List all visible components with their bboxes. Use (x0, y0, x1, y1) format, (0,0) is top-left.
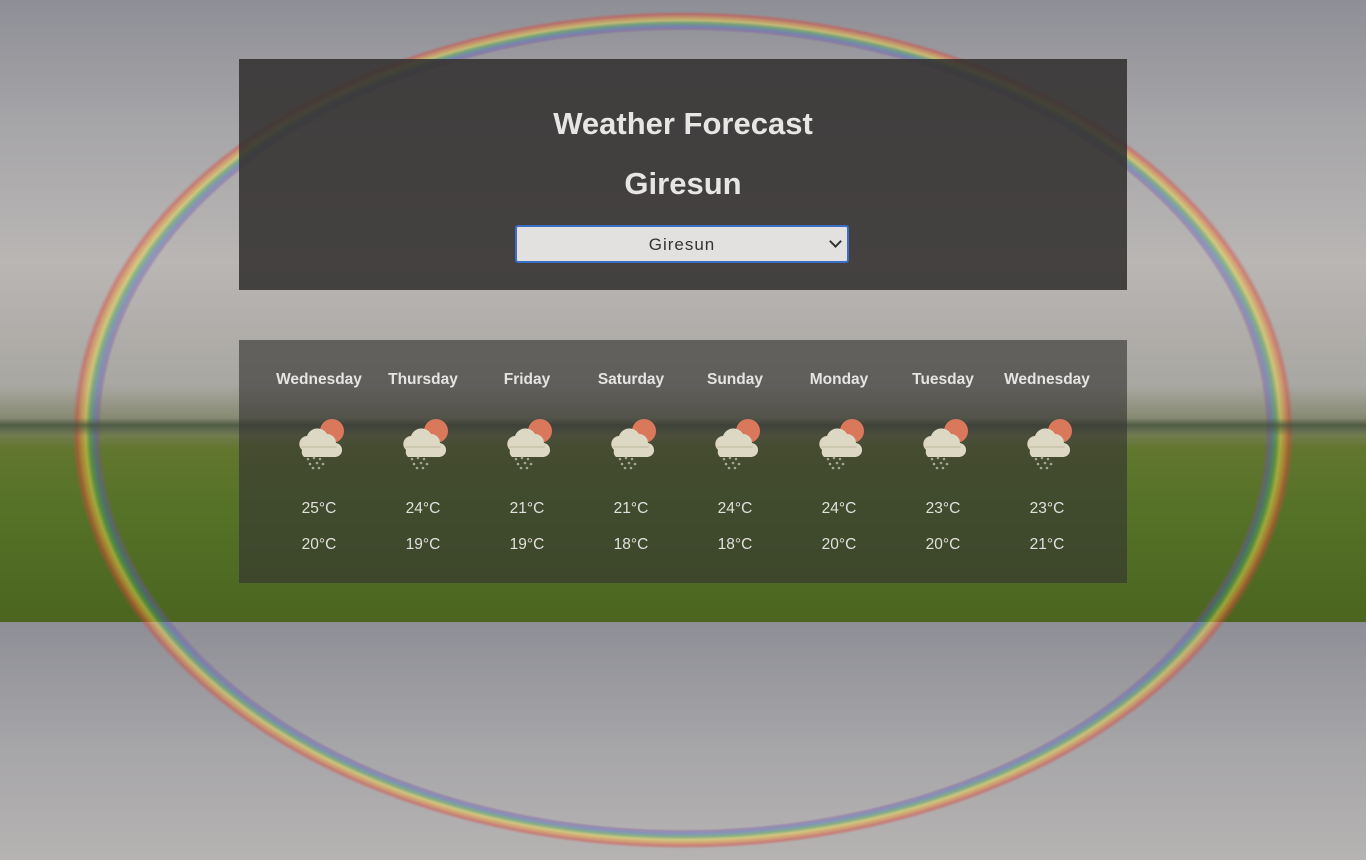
temp-low: 19°C (509, 536, 545, 553)
temp-low: 18°C (717, 536, 753, 553)
temp-high: 21°C (509, 500, 545, 517)
day-name: Friday (503, 371, 551, 388)
temp-high: 24°C (717, 500, 753, 517)
cloud-sun-rain-icon (917, 414, 971, 470)
forecast-day: Thursday 24°C 19°C (371, 340, 475, 583)
header-panel: Weather Forecast Giresun Giresun (239, 59, 1127, 290)
temp-low: 21°C (1029, 536, 1065, 553)
forecast-day: Wednesday 23°C 21°C (995, 340, 1099, 583)
forecast-days: Wednesday 25°C 20°C Thursday 24°C 19°C F… (267, 340, 1099, 583)
day-name: Monday (809, 371, 869, 388)
page-title: Weather Forecast (553, 106, 813, 141)
cloud-sun-rain-icon (813, 414, 867, 470)
temp-low: 19°C (405, 536, 441, 553)
day-name: Wednesday (1004, 371, 1090, 388)
temp-high: 24°C (821, 500, 857, 517)
forecast-day: Sunday 24°C 18°C (683, 340, 787, 583)
temp-high: 25°C (301, 500, 337, 517)
temp-low: 20°C (925, 536, 961, 553)
cloud-sun-rain-icon (605, 414, 659, 470)
day-name: Wednesday (276, 371, 362, 388)
temp-high: 21°C (613, 500, 649, 517)
day-name: Saturday (597, 371, 665, 388)
day-name: Sunday (707, 371, 763, 388)
forecast-day: Monday 24°C 20°C (787, 340, 891, 583)
temp-low: 20°C (301, 536, 337, 553)
temp-low: 20°C (821, 536, 857, 553)
city-select[interactable]: Giresun (515, 225, 849, 263)
forecast-day: Friday 21°C 19°C (475, 340, 579, 583)
cloud-sun-rain-icon (1021, 414, 1075, 470)
cloud-sun-rain-icon (501, 414, 555, 470)
temp-high: 23°C (1029, 500, 1065, 517)
day-name: Thursday (388, 371, 458, 388)
forecast-day: Saturday 21°C 18°C (579, 340, 683, 583)
temp-low: 18°C (613, 536, 649, 553)
cloud-sun-rain-icon (397, 414, 451, 470)
day-name: Tuesday (912, 371, 974, 388)
forecast-day: Tuesday 23°C 20°C (891, 340, 995, 583)
forecast-panel: Wednesday 25°C 20°C Thursday 24°C 19°C F… (239, 340, 1127, 583)
city-name: Giresun (624, 166, 742, 201)
cloud-sun-rain-icon (293, 414, 347, 470)
temp-high: 23°C (925, 500, 961, 517)
forecast-day: Wednesday 25°C 20°C (267, 340, 371, 583)
cloud-sun-rain-icon (709, 414, 763, 470)
temp-high: 24°C (405, 500, 441, 517)
